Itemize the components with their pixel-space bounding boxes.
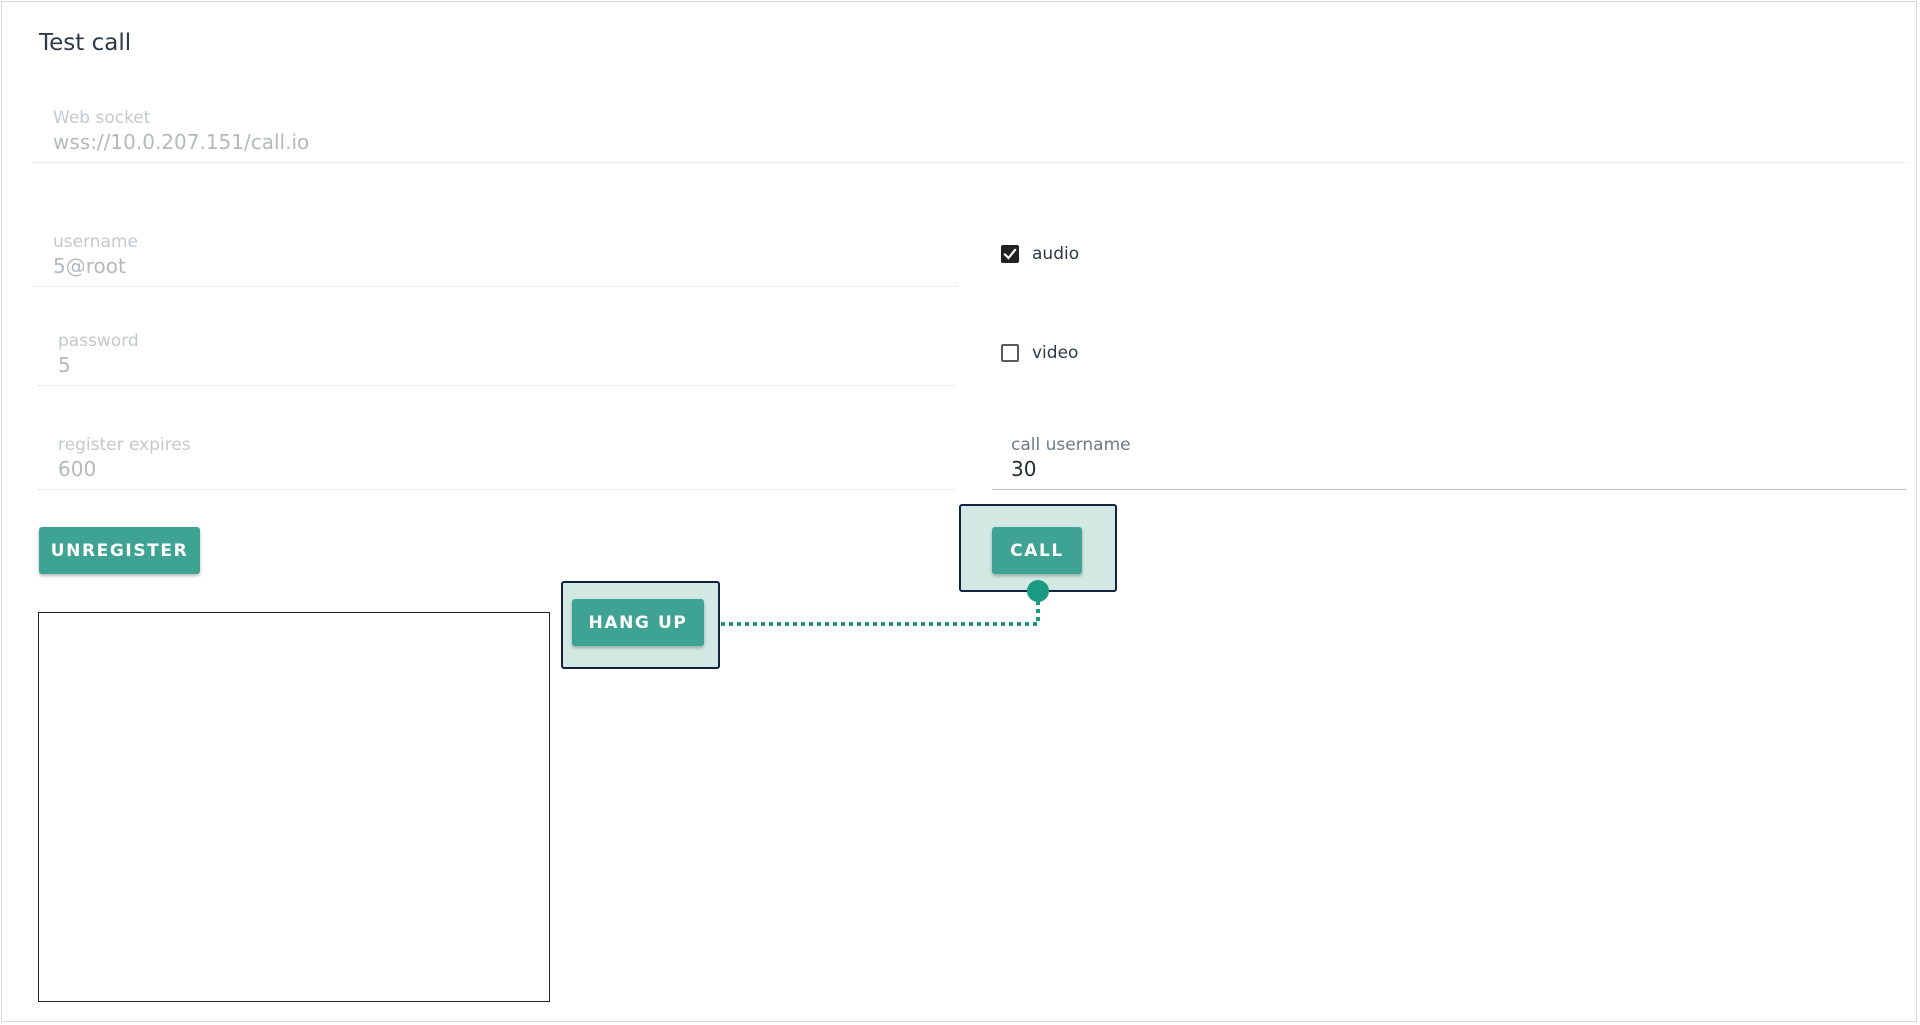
call-button[interactable]: CALL <box>992 527 1082 574</box>
call-username-label: call username <box>1011 435 1131 455</box>
audio-checkbox[interactable]: audio <box>1001 244 1079 264</box>
username-label: username <box>53 232 138 252</box>
video-checkbox[interactable]: video <box>1001 343 1078 363</box>
password-value: 5 <box>58 353 71 377</box>
username-field[interactable]: username 5@root <box>34 229 958 287</box>
unregister-button[interactable]: UNREGISTER <box>39 527 200 574</box>
password-underline <box>38 385 956 386</box>
checkmark-icon <box>1003 248 1017 260</box>
audio-label: audio <box>1032 244 1080 264</box>
websocket-value: wss://10.0.207.151/call.io <box>53 130 310 154</box>
video-check-box[interactable] <box>1001 344 1019 362</box>
video-preview-area <box>38 612 550 1002</box>
call-username-field[interactable]: call username 30 <box>992 432 1906 490</box>
register-expires-underline <box>38 489 956 490</box>
websocket-field[interactable]: Web socket wss://10.0.207.151/call.io <box>34 105 1908 163</box>
websocket-underline <box>34 162 1908 163</box>
hang-up-button[interactable]: HANG UP <box>572 599 704 646</box>
video-label: video <box>1032 343 1079 363</box>
page-title: Test call <box>39 30 132 56</box>
register-expires-label: register expires <box>58 435 191 455</box>
register-expires-value: 600 <box>58 457 97 481</box>
call-username-underline <box>992 489 1906 490</box>
call-username-value: 30 <box>1011 457 1037 481</box>
websocket-label: Web socket <box>53 108 151 128</box>
register-expires-field[interactable]: register expires 600 <box>38 432 956 490</box>
password-label: password <box>58 331 139 351</box>
password-field[interactable]: password 5 <box>38 328 956 386</box>
audio-check-box[interactable] <box>1001 245 1019 263</box>
username-value: 5@root <box>53 254 126 278</box>
username-underline <box>34 286 958 287</box>
